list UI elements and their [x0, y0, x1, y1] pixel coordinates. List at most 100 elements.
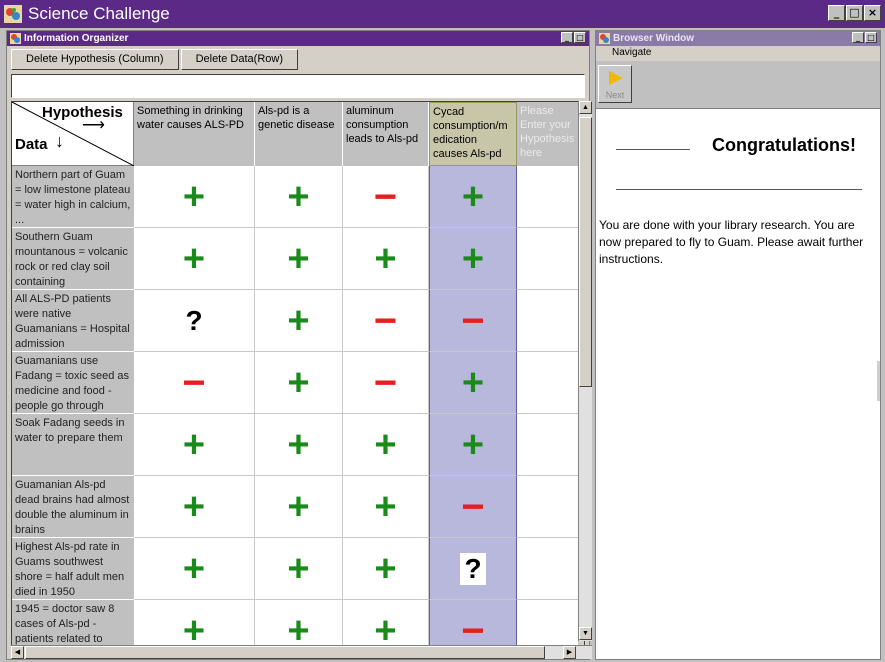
browser-title: Browser Window	[613, 33, 695, 44]
grid-cell[interactable]: +	[134, 538, 255, 600]
delete-hypothesis-button[interactable]: Delete Hypothesis (Column)	[11, 48, 179, 70]
hypothesis-column-header[interactable]: aluminum consumption leads to Als-pd	[343, 102, 429, 166]
grid-cell[interactable]: +	[343, 228, 429, 290]
data-row-header[interactable]: Southern Guam mountanous = volcanic rock…	[12, 228, 134, 290]
grid-cell[interactable]	[517, 476, 579, 538]
scroll-left-arrow-icon[interactable]: ◀	[11, 646, 24, 659]
grid-cell[interactable]: −	[343, 352, 429, 414]
grid-cell[interactable]	[517, 352, 579, 414]
supports-plus-icon: +	[287, 237, 310, 280]
grid-cell[interactable]: ?	[134, 290, 255, 352]
supports-plus-icon: +	[182, 175, 206, 218]
grid-cell[interactable]: +	[255, 166, 343, 228]
hypothesis-column-header[interactable]: Please Enter your Hypothesis here	[517, 102, 579, 166]
minimize-button[interactable]: _	[828, 5, 845, 21]
grid-cell[interactable]: +	[429, 228, 517, 290]
grid-cell[interactable]	[517, 228, 579, 290]
hypothesis-column-header[interactable]: Something in drinking water causes ALS-P…	[134, 102, 255, 166]
hypothesis-column-header[interactable]: Cycad consumption/m edication causes Als…	[429, 102, 517, 166]
browser-title-bar[interactable]: Browser Window _ □	[596, 31, 880, 46]
grid-cell[interactable]	[517, 538, 579, 600]
data-row-header[interactable]: Guamanian Als-pd dead brains had almost …	[12, 476, 134, 538]
contradicts-minus-icon: −	[373, 174, 398, 219]
grid-cell[interactable]: +	[343, 538, 429, 600]
grid-cell[interactable]	[517, 414, 579, 476]
delete-data-button[interactable]: Delete Data(Row)	[180, 48, 298, 70]
scroll-right-arrow-icon[interactable]: ▶	[563, 646, 576, 659]
contradicts-minus-icon: −	[461, 484, 485, 529]
arrow-right-icon: ⟶	[82, 117, 105, 134]
contradicts-minus-icon: −	[461, 298, 485, 343]
grid-cell[interactable]: +	[134, 228, 255, 290]
grid-cell[interactable]: −	[134, 352, 255, 414]
grid-cell[interactable]	[517, 290, 579, 352]
grid-cell[interactable]: +	[255, 228, 343, 290]
grid-cell[interactable]: −	[429, 476, 517, 538]
horizontal-scroll-thumb[interactable]	[25, 646, 545, 659]
app-title: Science Challenge	[28, 4, 170, 23]
navigate-menu[interactable]: Navigate	[612, 47, 651, 58]
grid-cell[interactable]: +	[255, 476, 343, 538]
horizontal-scrollbar[interactable]: ◀ ▶	[11, 645, 592, 659]
arrow-down-icon: ↓	[55, 131, 64, 151]
grid-cell[interactable]: −	[343, 290, 429, 352]
data-row-header[interactable]: Soak Fadang seeds in water to prepare th…	[12, 414, 134, 476]
grid-cell[interactable]: +	[255, 414, 343, 476]
next-button[interactable]: Next	[598, 65, 632, 103]
supports-plus-icon: +	[287, 175, 310, 218]
supports-plus-icon: +	[374, 485, 397, 528]
grid-cell[interactable]: +	[429, 352, 517, 414]
data-row-header[interactable]: All ALS-PD patients were native Guamania…	[12, 290, 134, 352]
grid-cell[interactable]	[517, 166, 579, 228]
supports-plus-icon: +	[374, 237, 397, 280]
grid-cell[interactable]: −	[343, 166, 429, 228]
supports-plus-icon: +	[461, 237, 485, 280]
browser-maximize-button[interactable]: □	[865, 32, 877, 43]
entry-field[interactable]	[11, 74, 585, 98]
next-label: Next	[605, 90, 625, 100]
grid-cell[interactable]: +	[343, 414, 429, 476]
organizer-minimize-button[interactable]: _	[561, 32, 573, 43]
vertical-scroll-thumb[interactable]	[579, 117, 592, 387]
grid-cell[interactable]: +	[134, 166, 255, 228]
data-corner-label: Data	[15, 136, 48, 153]
supports-plus-icon: +	[287, 423, 310, 466]
grid-cell[interactable]: −	[429, 290, 517, 352]
divider-line	[616, 149, 690, 150]
unknown-question-icon: ?	[185, 304, 203, 336]
window-edge-handle[interactable]	[877, 361, 880, 401]
grid-cell[interactable]: +	[134, 414, 255, 476]
grid-cell[interactable]: +	[343, 476, 429, 538]
close-button[interactable]: ×	[864, 5, 881, 21]
scroll-up-arrow-icon[interactable]: ▲	[579, 101, 592, 114]
hypothesis-column-header[interactable]: Als-pd is a genetic disease	[255, 102, 343, 166]
maximize-button[interactable]: □	[846, 5, 863, 21]
information-organizer-panel: Information Organizer _ □ Delete Hypothe…	[6, 30, 592, 660]
data-row-header[interactable]: Highest Als-pd rate in Guams southwest s…	[12, 538, 134, 600]
grid-cell[interactable]: +	[255, 290, 343, 352]
browser-minimize-button[interactable]: _	[852, 32, 864, 43]
organizer-toolbar: Delete Hypothesis (Column) Delete Data(R…	[7, 46, 589, 72]
data-row-header[interactable]: Guamanians use Fadang = toxic seed as me…	[12, 352, 134, 414]
grid-cell[interactable]: +	[255, 538, 343, 600]
organizer-maximize-button[interactable]: □	[574, 32, 586, 43]
grid-cell[interactable]: +	[134, 476, 255, 538]
scroll-down-arrow-icon[interactable]: ▼	[579, 627, 592, 640]
browser-menubar: Navigate	[596, 46, 880, 61]
supports-plus-icon: +	[374, 423, 397, 466]
grid-cell[interactable]: ?	[429, 538, 517, 600]
supports-plus-icon: +	[374, 609, 397, 652]
vertical-scrollbar[interactable]: ▲ ▼	[578, 101, 592, 641]
app-title-bar[interactable]: Science Challenge _ □ ×	[0, 0, 885, 28]
supports-plus-icon: +	[461, 423, 485, 466]
divider-line	[616, 189, 862, 190]
data-row-header[interactable]: Northern part of Guam = low limestone pl…	[12, 166, 134, 228]
supports-plus-icon: +	[287, 299, 310, 342]
grid-cell[interactable]: +	[429, 166, 517, 228]
organizer-title-bar[interactable]: Information Organizer _ □	[7, 31, 589, 46]
grid-cell[interactable]: +	[429, 414, 517, 476]
supports-plus-icon: +	[182, 609, 206, 652]
grid-cell[interactable]: +	[255, 352, 343, 414]
next-arrow-icon	[609, 71, 623, 85]
supports-plus-icon: +	[182, 485, 206, 528]
